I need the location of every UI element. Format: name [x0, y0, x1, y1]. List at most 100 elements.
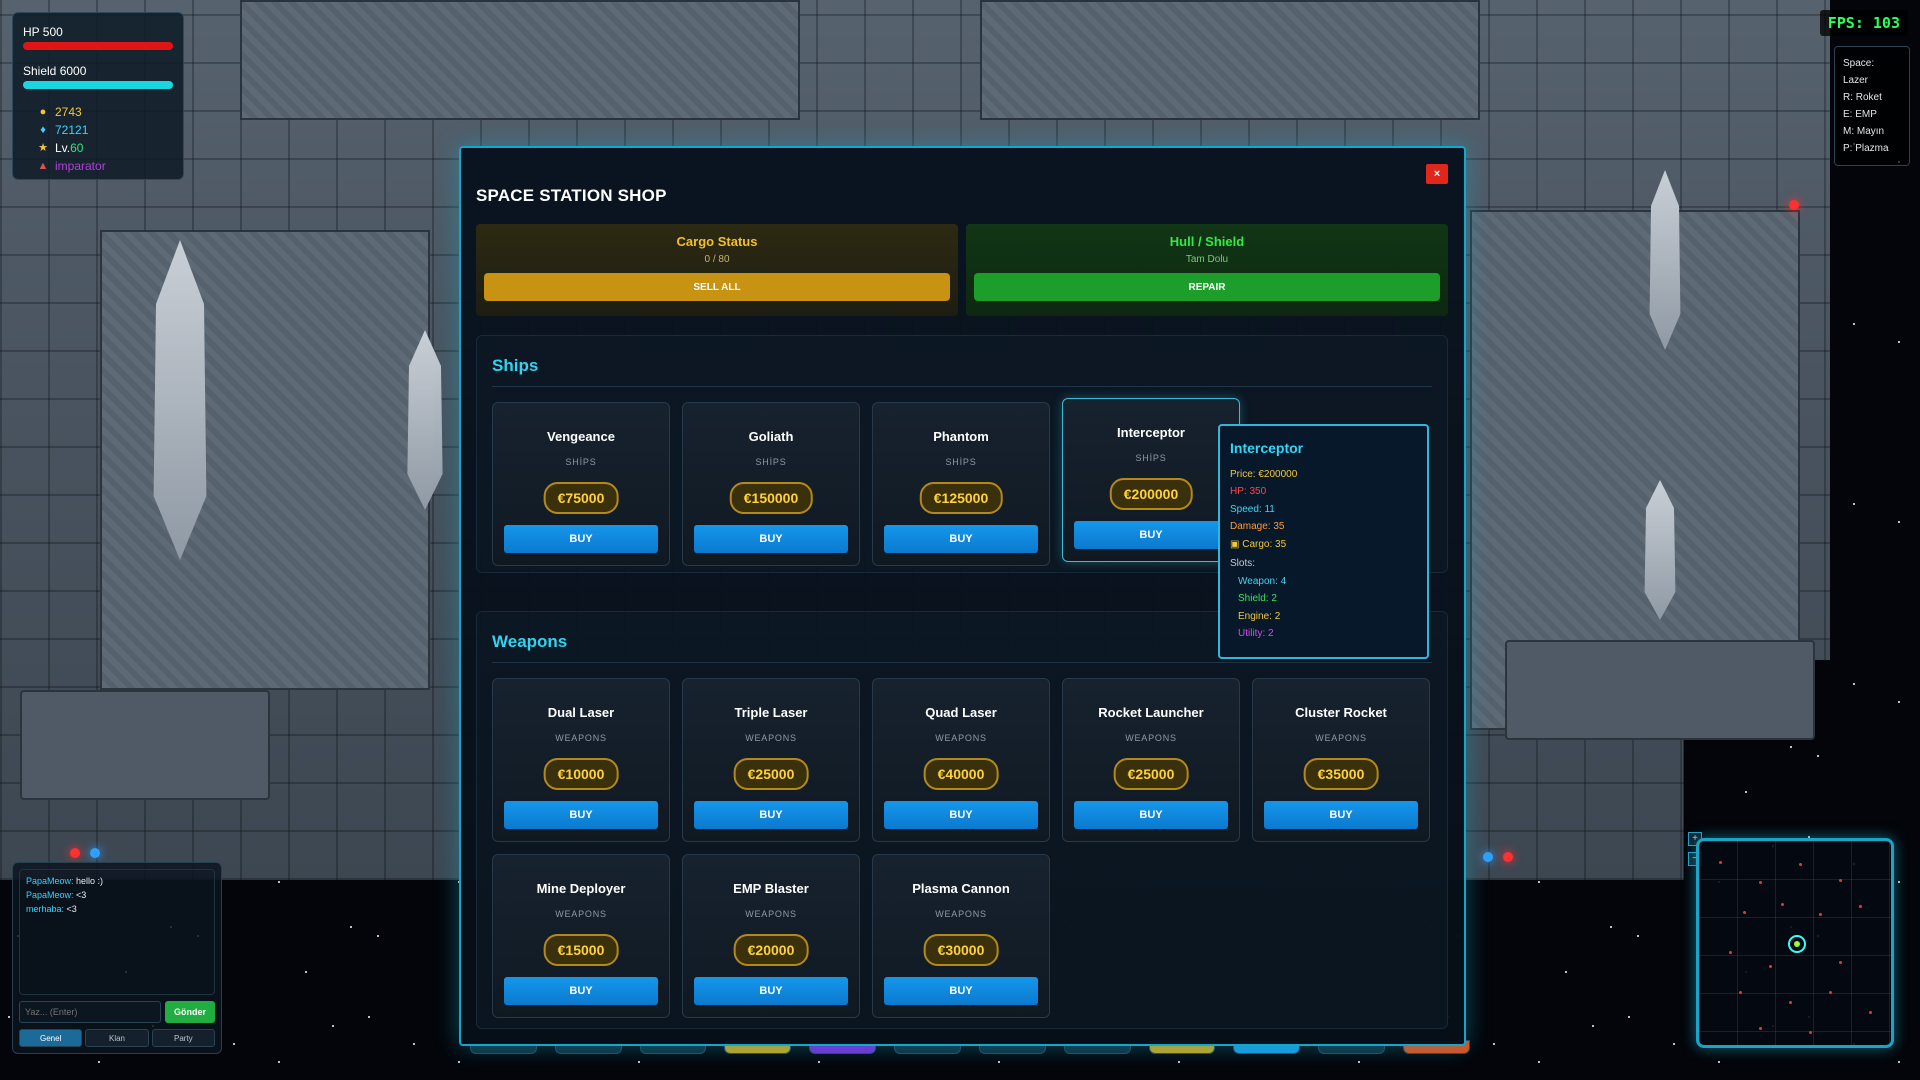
chat-send-button[interactable]: Gönder [165, 1001, 215, 1023]
chat-tab-general[interactable]: Genel [19, 1029, 83, 1047]
minimap[interactable] [1696, 838, 1894, 1048]
item-name: Triple Laser [734, 705, 808, 720]
shop-item-card: EMP Blaster WEAPONS €20000 BUY [682, 854, 860, 1018]
item-category: SHİPS [755, 457, 787, 467]
chat-panel: PapaMeow: hello :) PapaMeow: <3 merhaba:… [12, 862, 222, 1054]
section-divider [492, 662, 1432, 663]
gold-row: ● 2743 [37, 103, 173, 121]
keybind-item: E: EMP [1843, 109, 1877, 120]
chat-username: PapaMeow: [26, 876, 74, 886]
chat-text: <3 [73, 890, 87, 900]
station-hangar-left [100, 230, 430, 690]
close-button[interactable]: × [1426, 164, 1448, 184]
chat-tab-party[interactable]: Party [151, 1029, 215, 1047]
buy-button[interactable]: BUY [1074, 521, 1228, 549]
minimap-enemy-dot [1719, 861, 1722, 864]
minimap-enemy-dot [1839, 879, 1842, 882]
tooltip-speed: Speed: 11 [1230, 503, 1275, 515]
cargo-status-value: 0 / 80 [704, 254, 730, 265]
gold-amount: 2743 [55, 105, 82, 119]
buy-button[interactable]: BUY [884, 977, 1038, 1005]
item-price: €20000 [733, 934, 809, 966]
shield-bar [23, 81, 173, 89]
chat-input[interactable] [19, 1001, 161, 1023]
minimap-enemy-dot [1789, 1001, 1792, 1004]
item-price: €30000 [923, 934, 999, 966]
gems-amount: 72121 [55, 123, 89, 137]
ships-heading: Ships [492, 356, 539, 375]
minimap-enemy-dot [1839, 961, 1842, 964]
item-category: SHİPS [945, 457, 977, 467]
keybind-legend: Space: Lazer R: Roket E: EMP M: Mayın P:… [1834, 46, 1910, 166]
shop-item-card-hovered: Interceptor SHİPS €200000 BUY [1062, 398, 1240, 562]
minimap-enemy-dot [1819, 913, 1822, 916]
item-category: WEAPONS [935, 909, 987, 919]
chat-text: <3 [64, 904, 77, 914]
buy-button[interactable]: BUY [504, 801, 658, 829]
buy-button[interactable]: BUY [694, 801, 848, 829]
buy-button[interactable]: BUY [1074, 801, 1228, 829]
station-machinery [1505, 640, 1815, 740]
item-category: WEAPONS [555, 909, 607, 919]
item-price: €125000 [919, 482, 1003, 514]
item-name: Quad Laser [925, 705, 997, 720]
shop-item-card: Mine Deployer WEAPONS €15000 BUY [492, 854, 670, 1018]
level-row: ★ Lv. 60 [37, 139, 173, 157]
level-prefix: Lv. [55, 141, 71, 155]
item-name: Mine Deployer [536, 881, 626, 896]
buy-button[interactable]: BUY [884, 801, 1038, 829]
item-category: WEAPONS [1125, 733, 1177, 743]
station-machinery [20, 690, 270, 800]
item-name: Vengeance [547, 429, 615, 444]
shop-item-card: Phantom SHİPS €125000 BUY [872, 402, 1050, 566]
buy-button[interactable]: BUY [694, 525, 848, 553]
diamond-icon: ♦ [40, 124, 46, 136]
chat-log[interactable]: PapaMeow: hello :) PapaMeow: <3 merhaba:… [19, 869, 215, 995]
shop-item-card: Dual Laser WEAPONS €10000 BUY [492, 678, 670, 842]
item-name: Cluster Rocket [1295, 705, 1387, 720]
item-price: €25000 [733, 758, 809, 790]
shop-item-card: Goliath SHİPS €150000 BUY [682, 402, 860, 566]
chat-username: merhaba: [26, 904, 65, 914]
item-name: EMP Blaster [733, 881, 809, 896]
minimap-enemy-dot [1859, 905, 1862, 908]
buy-button[interactable]: BUY [694, 977, 848, 1005]
hull-shield-value: Tam Dolu [1185, 254, 1229, 265]
item-price: €200000 [1109, 478, 1193, 510]
buy-button[interactable]: BUY [1264, 801, 1418, 829]
cargo-status-card: Cargo Status 0 / 80 SELL ALL [476, 224, 958, 316]
item-category: SHİPS [565, 457, 597, 467]
minimap-enemy-dot [1769, 965, 1772, 968]
sell-all-button[interactable]: SELL ALL [484, 273, 950, 301]
buy-button[interactable]: BUY [504, 525, 658, 553]
shop-item-card: Cluster Rocket WEAPONS €35000 BUY [1252, 678, 1430, 842]
player-title: imparator [55, 159, 106, 173]
cargo-status-title: Cargo Status [676, 234, 758, 249]
chat-message: PapaMeow: hello :) [26, 874, 208, 888]
hull-shield-card: Hull / Shield Tam Dolu REPAIR [966, 224, 1448, 316]
gems-row: ♦ 72121 [37, 121, 173, 139]
minimap-enemy-dot [1759, 1027, 1762, 1030]
signal-light [90, 848, 100, 858]
item-tooltip: Interceptor Price: €200000 HP: 350 Speed… [1218, 424, 1429, 659]
buy-button[interactable]: BUY [884, 525, 1038, 553]
section-divider [492, 386, 1432, 387]
chat-message: merhaba: <3 [26, 902, 208, 916]
weapons-section: Weapons Dual Laser WEAPONS €10000 BUY Tr… [476, 611, 1448, 1029]
chat-tab-clan[interactable]: Klan [85, 1029, 149, 1047]
signal-light [1483, 852, 1493, 862]
minimap-enemy-dot [1739, 991, 1742, 994]
player-status-panel: HP 500 Shield 6000 ● 2743 ♦ 72121 ★ Lv. 6… [12, 12, 184, 180]
buy-button[interactable]: BUY [504, 977, 658, 1005]
keybind-item: M: Mayın [1843, 126, 1885, 137]
tooltip-slot-shield: Shield: 2 [1238, 593, 1277, 604]
station-top-bay [240, 0, 800, 120]
minimap-player-marker [1788, 935, 1806, 953]
shop-item-card: Quad Laser WEAPONS €40000 BUY [872, 678, 1050, 842]
minimap-enemy-dot [1743, 911, 1746, 914]
station-top-bay-right [980, 0, 1480, 120]
shop-item-card: Triple Laser WEAPONS €25000 BUY [682, 678, 860, 842]
minimap-enemy-dot [1809, 1031, 1812, 1034]
shop-item-card: Plasma Cannon WEAPONS €30000 BUY [872, 854, 1050, 1018]
repair-button[interactable]: REPAIR [974, 273, 1440, 301]
